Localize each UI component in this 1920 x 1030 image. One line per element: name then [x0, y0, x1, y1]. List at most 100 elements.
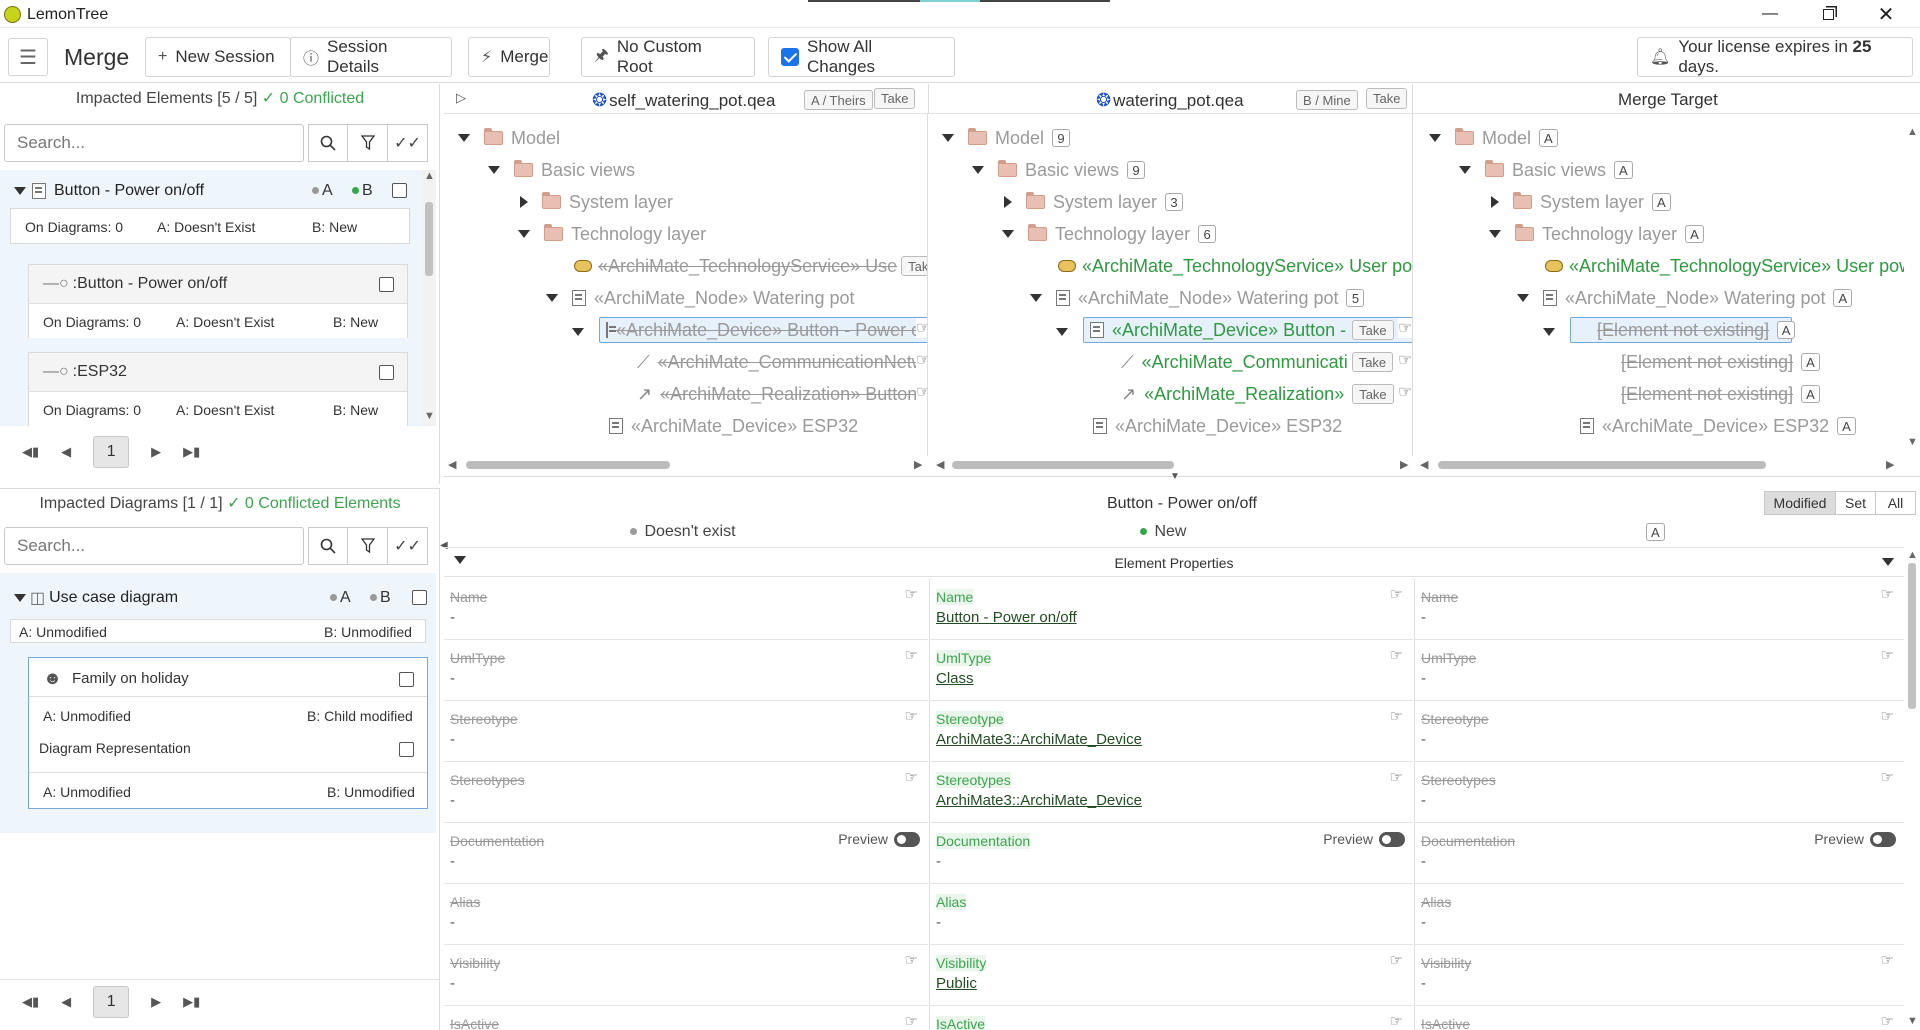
tree-node-watering-pot[interactable]: «ArchiMate_Node» Watering pot 5 [1030, 285, 1365, 311]
take-button[interactable]: Take [1352, 384, 1394, 404]
tree-node-tech-service[interactable]: «ArchiMate_TechnologyService» User power [1058, 253, 1412, 279]
child-element-checkbox[interactable] [379, 365, 394, 380]
tree-node-model[interactable]: Model 9 [942, 125, 1071, 151]
diagrams-search-input[interactable]: Search... [4, 527, 304, 565]
hand-pointer-icon[interactable]: ☞ [1390, 707, 1403, 725]
take-button[interactable]: Take [1352, 320, 1394, 340]
toggle-switch-icon[interactable] [1870, 831, 1896, 847]
hamburger-menu-button[interactable]: ☰ [8, 38, 48, 76]
close-window-icon[interactable]: ✕ [1858, 0, 1914, 28]
filter-set-button[interactable]: Set [1836, 491, 1876, 515]
collapse-arrow-icon[interactable] [14, 594, 26, 602]
mine-hscroll[interactable]: ◀ ▶ [930, 458, 1414, 472]
hand-pointer-icon[interactable]: ☞ [1398, 318, 1412, 338]
hand-pointer-icon[interactable]: ☞ [1390, 646, 1403, 664]
tree-node-basic-views[interactable]: Basic views [488, 157, 635, 183]
tree-node-esp32[interactable]: «ArchiMate_Device» ESP32 A [1580, 413, 1856, 439]
hand-pointer-icon[interactable]: ☞ [905, 707, 918, 725]
hand-pointer-icon[interactable]: ☞ [905, 1012, 918, 1030]
tree-node-not-existing[interactable]: [Element not existing] A [1621, 381, 1820, 407]
filter-icon[interactable] [348, 527, 388, 565]
take-button[interactable]: Take [1351, 352, 1394, 372]
preview-toggle[interactable]: Preview [1323, 831, 1405, 847]
tree-node-model[interactable]: Model A [1429, 125, 1558, 151]
hand-pointer-icon[interactable]: ☞ [905, 585, 918, 603]
tree-node-communication[interactable]: ⟋«ArchiMate_CommunicationNetwork» [637, 349, 927, 375]
elements-search-input[interactable]: Search... [4, 124, 304, 162]
hand-pointer-icon[interactable]: ☞ [1390, 585, 1403, 603]
hand-pointer-icon[interactable]: ☞ [1881, 585, 1894, 603]
filter-all-button[interactable]: All [1876, 491, 1916, 515]
theirs-take-button[interactable]: Take [874, 88, 916, 109]
last-page-icon[interactable]: ▶▮ [183, 994, 200, 1010]
new-session-button[interactable]: + New Session [145, 37, 291, 77]
hand-pointer-icon[interactable]: ☞ [1398, 350, 1412, 370]
tree-node-tech-service[interactable]: «ArchiMate_TechnologyService» UseTake [574, 253, 927, 279]
tree-node-esp32[interactable]: «ArchiMate_Device» ESP32 [1093, 413, 1342, 439]
hand-pointer-icon[interactable]: ☞ [1881, 768, 1894, 786]
hand-pointer-icon[interactable]: ☞ [1881, 951, 1894, 969]
tree-node-realization[interactable]: ↗ «ArchiMate_Realization» Take [1121, 381, 1394, 407]
take-button[interactable]: Take [901, 256, 927, 276]
tree-node-communication[interactable]: ⟋ «ArchiMate_Communicati Take [1121, 349, 1394, 375]
diagram-child-row[interactable]: Diagram Representation [39, 740, 419, 757]
search-icon[interactable] [308, 124, 348, 162]
minimize-icon[interactable]: — [1742, 0, 1798, 28]
diagram-row-main[interactable]: ◫ Use case diagram A B [14, 585, 434, 611]
child-element-card[interactable]: —○:ESP32 On Diagrams: 0 A: Doesn't Exist… [28, 352, 408, 426]
tree-node-esp32[interactable]: «ArchiMate_Device» ESP32 [609, 413, 858, 439]
restore-icon[interactable] [1800, 0, 1856, 28]
toggle-switch-icon[interactable] [1379, 831, 1405, 847]
session-details-button[interactable]: ⓘ Session Details [290, 37, 452, 77]
current-page[interactable]: 1 [93, 985, 130, 1018]
mine-take-button[interactable]: Take [1366, 88, 1408, 109]
expand-panel-icon[interactable]: ▷ [456, 90, 466, 106]
diagram-child-checkbox[interactable] [399, 672, 414, 687]
hand-pointer-icon[interactable]: ☞ [1398, 382, 1412, 402]
preview-toggle[interactable]: Preview [838, 831, 920, 847]
prev-page-icon[interactable]: ◀ [61, 444, 71, 460]
child-element-card[interactable]: —○:Button - Power on/off On Diagrams: 0 … [28, 264, 408, 338]
hand-pointer-icon[interactable]: ☞ [1881, 1012, 1894, 1030]
hand-pointer-icon[interactable]: ☞ [1881, 646, 1894, 664]
collapse-arrow-icon[interactable] [14, 187, 26, 195]
tree-node-basic-views[interactable]: Basic views A [1459, 157, 1633, 183]
filter-modified-button[interactable]: Modified [1764, 491, 1836, 515]
hand-pointer-icon[interactable]: ☞ [1390, 1012, 1403, 1030]
hand-pointer-icon[interactable]: ☞ [905, 768, 918, 786]
prev-page-icon[interactable]: ◀ [61, 994, 71, 1010]
no-custom-root-button[interactable]: 🖈︎ No Custom Root [581, 37, 755, 77]
tree-node-button-device[interactable]: «ArchiMate_Device» Button - Power on/off [599, 317, 927, 343]
next-page-icon[interactable]: ▶ [151, 444, 161, 460]
hand-pointer-icon[interactable]: ☞ [1881, 707, 1894, 725]
show-all-changes-toggle[interactable]: Show All Changes [768, 37, 955, 77]
collapse-arrow-icon[interactable] [1882, 558, 1894, 566]
tree-scrollbar[interactable]: ▲ ▼ [1904, 114, 1920, 456]
toggle-switch-icon[interactable] [894, 831, 920, 847]
hand-pointer-icon[interactable]: ☞ [916, 318, 927, 338]
tree-node-system-layer[interactable]: System layer 3 [1002, 189, 1184, 215]
hand-pointer-icon[interactable]: ☞ [916, 350, 927, 370]
hand-pointer-icon[interactable]: ☞ [916, 382, 927, 402]
element-properties-header[interactable]: Element Properties [444, 547, 1904, 577]
tree-node-basic-views[interactable]: Basic views 9 [972, 157, 1146, 183]
next-page-icon[interactable]: ▶ [151, 994, 161, 1010]
search-icon[interactable] [308, 527, 348, 565]
tree-node-system-layer[interactable]: System layer A [1489, 189, 1671, 215]
tree-node-technology-layer[interactable]: Technology layer 6 [1002, 221, 1217, 247]
preview-toggle[interactable]: Preview [1814, 831, 1896, 847]
tree-node-realization[interactable]: ↗ «ArchiMate_Realization» Button [637, 381, 917, 407]
last-page-icon[interactable]: ▶▮ [183, 444, 200, 460]
diagram-child-checkbox[interactable] [399, 742, 414, 757]
tree-node-not-existing[interactable]: [Element not existing] A [1570, 317, 1796, 343]
hand-pointer-icon[interactable]: ☞ [905, 951, 918, 969]
element-checkbox[interactable] [392, 183, 407, 198]
tree-node-not-existing[interactable]: [Element not existing] A [1621, 349, 1820, 375]
diagram-child-row[interactable]: ☻︎ Family on holiday [43, 668, 423, 689]
merge-button[interactable]: ⚡︎ Merge [468, 37, 550, 77]
first-page-icon[interactable]: ◀▮ [22, 444, 39, 460]
hand-pointer-icon[interactable]: ☞ [1390, 768, 1403, 786]
double-check-icon[interactable]: ✓✓ [388, 527, 428, 565]
tree-node-watering-pot[interactable]: «ArchiMate_Node» Watering pot A [1517, 285, 1853, 311]
license-notice[interactable]: 🔔︎ Your license expires in 25 days. [1637, 37, 1913, 77]
